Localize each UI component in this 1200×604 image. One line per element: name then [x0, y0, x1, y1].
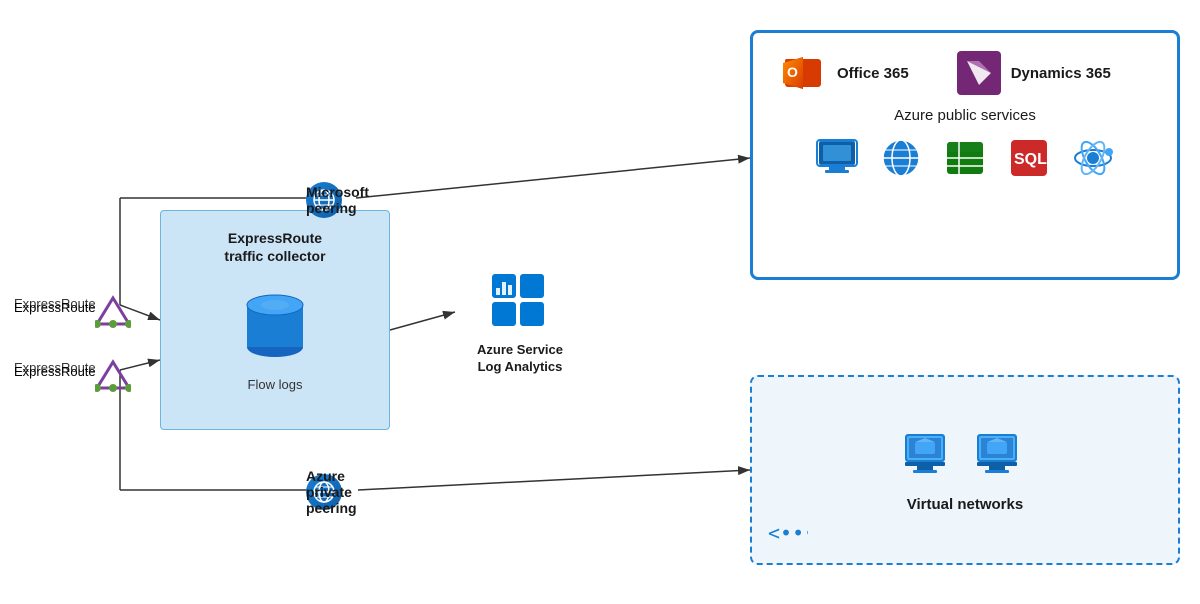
diagram-container: ExpressRoute ExpressRoute ExpressRoute E… [0, 0, 1200, 604]
er-label-1-text: ExpressRoute [14, 300, 96, 315]
svg-text:SQL: SQL [1014, 151, 1047, 168]
monitor-icon [815, 136, 859, 180]
collector-box: ExpressRoutetraffic collector Flow logs [160, 210, 390, 430]
expressroute-triangle-1 [95, 294, 131, 330]
svg-text:<•••>: <•••> [768, 521, 808, 545]
office365-icon: O [779, 49, 827, 97]
flow-logs-label: Flow logs [248, 377, 303, 392]
layers-icon [943, 136, 987, 180]
analytics-block: Azure ServiceLog Analytics [460, 270, 580, 376]
code-brackets-icon: <•••> [768, 518, 808, 551]
office365-service: O Office 365 [779, 49, 909, 97]
top-services-row: O Office 365 Dynamics 365 [769, 49, 1161, 97]
dynamics365-label: Dynamics 365 [1011, 65, 1111, 82]
private-peering-block: Azure private peering [306, 474, 342, 510]
analytics-label: Azure ServiceLog Analytics [477, 342, 563, 376]
dynamics365-service: Dynamics 365 [957, 51, 1111, 95]
analytics-icon [488, 270, 552, 334]
flow-logs-cylinder [243, 283, 307, 363]
globe-service-icon [879, 136, 923, 180]
private-peering-label: Azure private peering [306, 468, 357, 516]
vnet-computer-1 [901, 428, 957, 484]
vnet-label: Virtual networks [907, 496, 1023, 513]
azure-public-box: O Office 365 Dynamics 365 Azure public s… [750, 30, 1180, 280]
svg-text:O: O [787, 64, 798, 80]
ms-peering-label: Microsoft peering [306, 184, 369, 216]
dynamics365-icon [957, 51, 1001, 95]
office365-label: Office 365 [837, 65, 909, 82]
vnet-icons-row [901, 428, 1029, 484]
collector-title: ExpressRoutetraffic collector [224, 229, 325, 265]
cosmos-icon [1071, 136, 1115, 180]
sql-icon: SQL [1007, 136, 1051, 180]
azure-public-label: Azure public services [769, 107, 1161, 124]
bottom-icons-row: SQL [769, 136, 1161, 180]
er-label-2-text: ExpressRoute [14, 364, 96, 379]
ms-peering-block: Microsoft peering [306, 182, 342, 218]
expressroute-triangle-2 [95, 358, 131, 394]
vnet-box: Virtual networks <•••> [750, 375, 1180, 565]
vnet-computer-2 [973, 428, 1029, 484]
